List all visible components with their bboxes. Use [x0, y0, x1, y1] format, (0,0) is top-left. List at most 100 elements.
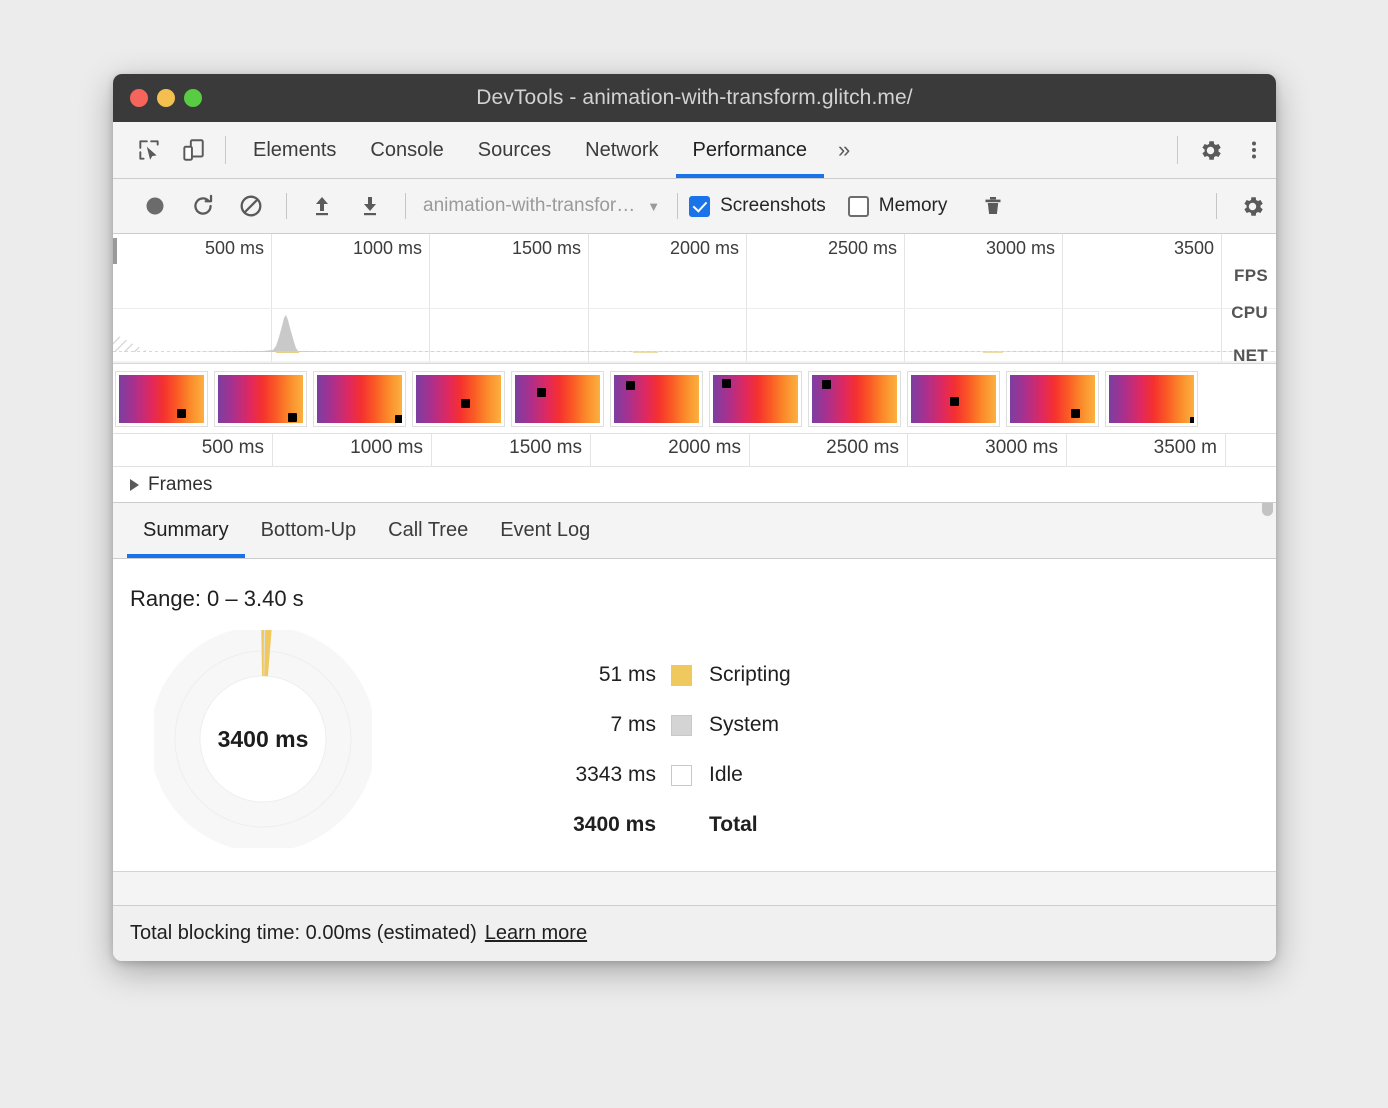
screenshots-checkbox[interactable]: Screenshots	[689, 195, 826, 217]
trash-icon[interactable]	[969, 186, 1017, 226]
tabbar-right-group	[1167, 122, 1276, 178]
filmstrip-ruler: 500 ms1000 ms1500 ms2000 ms2500 ms3000 m…	[113, 434, 1276, 467]
download-arrow-icon[interactable]	[346, 186, 394, 226]
inspect-element-icon[interactable]	[127, 122, 171, 178]
chevron-down-icon: ▼	[647, 199, 660, 214]
legend-label: Idle	[709, 763, 743, 787]
filmstrip-tick-label: 3500 m	[1154, 437, 1225, 459]
animated-box	[950, 397, 959, 406]
tab-console-label: Console	[370, 139, 443, 162]
vertical-dots-icon[interactable]	[1232, 122, 1276, 178]
tab-console[interactable]: Console	[353, 122, 460, 178]
filmstrip-frame[interactable]	[709, 371, 802, 427]
filmstrip-tick-label: 2000 ms	[668, 437, 749, 459]
tab-bottom-up-label: Bottom-Up	[261, 519, 357, 542]
memory-checkbox[interactable]: Memory	[848, 195, 948, 217]
memory-checkbox-box[interactable]	[848, 196, 869, 217]
filmstrip-frame[interactable]	[610, 371, 703, 427]
legend-row[interactable]: 3400 ms Total	[543, 800, 791, 850]
gear-icon[interactable]	[1188, 122, 1232, 178]
legend-row[interactable]: 7 msSystem	[543, 700, 791, 750]
screenshots-label: Screenshots	[720, 195, 826, 217]
legend-value: 3343 ms	[543, 763, 671, 787]
traffic-lights	[130, 89, 202, 107]
filmstrip-frame[interactable]	[115, 371, 208, 427]
devtools-tabbar: Elements Console Sources Network Perform…	[113, 122, 1276, 179]
toolbar-divider-1	[286, 193, 287, 219]
tab-performance[interactable]: Performance	[676, 122, 825, 178]
tab-elements[interactable]: Elements	[236, 122, 353, 178]
capture-settings-gear-icon[interactable]	[1228, 186, 1276, 226]
legend-value: 51 ms	[543, 663, 671, 687]
filmstrip-frame[interactable]	[511, 371, 604, 427]
record-circle-icon[interactable]	[131, 186, 179, 226]
tab-bottom-up[interactable]: Bottom-Up	[245, 503, 373, 558]
filmstrip-frame[interactable]	[907, 371, 1000, 427]
close-window-button[interactable]	[130, 89, 148, 107]
record-toolbar-right	[1205, 186, 1276, 226]
overview-lane-net: NET	[1233, 346, 1268, 364]
filmstrip-frame-thumbnail	[119, 375, 204, 423]
animated-box	[537, 388, 546, 397]
legend-label: Total	[709, 813, 758, 837]
tab-summary[interactable]: Summary	[127, 503, 245, 558]
animated-box	[626, 381, 635, 390]
filmstrip-tick-label: 1500 ms	[509, 437, 590, 459]
legend-row[interactable]: 3343 ms Idle	[543, 750, 791, 800]
filmstrip[interactable]	[113, 364, 1276, 434]
screenshots-checkbox-box[interactable]	[689, 196, 710, 217]
legend-row[interactable]: 51 msScripting	[543, 650, 791, 700]
toolbar-divider-2	[405, 193, 406, 219]
animated-box	[288, 413, 297, 422]
filmstrip-frame[interactable]	[1105, 371, 1198, 427]
filmstrip-frame[interactable]	[412, 371, 505, 427]
device-toolbar-icon[interactable]	[171, 122, 215, 178]
legend-color-swatch	[671, 665, 692, 686]
donut-chart[interactable]: 3400 ms	[154, 630, 372, 848]
learn-more-link[interactable]: Learn more	[485, 922, 587, 945]
timeline-overview[interactable]: 500 ms1000 ms1500 ms2000 ms2500 ms3000 m…	[113, 234, 1276, 364]
minimize-window-button[interactable]	[157, 89, 175, 107]
overview-lane-fps: FPS	[1234, 266, 1268, 286]
filmstrip-frame[interactable]	[313, 371, 406, 427]
overview-lane-cpu: CPU	[1231, 303, 1268, 323]
filmstrip-frame-thumbnail	[1109, 375, 1194, 423]
tab-sources[interactable]: Sources	[461, 122, 568, 178]
donut-chart-wrap: 3400 ms	[113, 630, 413, 848]
filmstrip-tick-label: 2500 ms	[826, 437, 907, 459]
tab-summary-label: Summary	[143, 519, 229, 542]
filmstrip-frame-thumbnail	[1010, 375, 1095, 423]
legend-value: 3400 ms	[543, 813, 671, 837]
frames-row[interactable]: Frames	[113, 467, 1276, 503]
filmstrip-frame[interactable]	[214, 371, 307, 427]
filmstrip-frame[interactable]	[808, 371, 901, 427]
record-toolbar: animation-with-transfor… ▼ Screenshots M…	[113, 179, 1276, 234]
summary-body: 3400 ms 51 msScripting7 msSystem 3343 ms I…	[113, 630, 1276, 850]
upload-arrow-icon[interactable]	[298, 186, 346, 226]
tab-event-log[interactable]: Event Log	[484, 503, 606, 558]
zoom-window-button[interactable]	[184, 89, 202, 107]
status-text: Total blocking time: 0.00ms (estimated)	[130, 922, 477, 945]
filmstrip-frame-thumbnail	[515, 375, 600, 423]
expand-triangle-icon[interactable]	[130, 479, 139, 491]
filmstrip-frame[interactable]	[1006, 371, 1099, 427]
profile-select[interactable]: animation-with-transfor… ▼	[423, 195, 660, 217]
devtools-window: DevTools - animation-with-transform.glit…	[113, 74, 1276, 961]
tab-sources-label: Sources	[478, 139, 551, 162]
filmstrip-frame-thumbnail	[218, 375, 303, 423]
tabbar-divider	[225, 136, 226, 164]
legend-value: 7 ms	[543, 713, 671, 737]
filmstrip-frame-thumbnail	[614, 375, 699, 423]
more-tabs-chevron-icon[interactable]: »	[824, 122, 864, 178]
reload-record-icon[interactable]	[179, 186, 227, 226]
window-titlebar: DevTools - animation-with-transform.glit…	[113, 74, 1276, 122]
clear-no-entry-icon[interactable]	[227, 186, 275, 226]
filmstrip-tick-label: 3000 ms	[985, 437, 1066, 459]
animated-box	[395, 415, 402, 423]
filmstrip-tick-label: 500 ms	[202, 437, 272, 459]
donut-center-label: 3400 ms	[154, 630, 372, 848]
legend-color-swatch	[671, 715, 692, 736]
summary-panel: Range: 0 – 3.40 s 3400 ms 51 msScripting…	[113, 559, 1276, 871]
tab-network[interactable]: Network	[568, 122, 675, 178]
tab-call-tree[interactable]: Call Tree	[372, 503, 484, 558]
